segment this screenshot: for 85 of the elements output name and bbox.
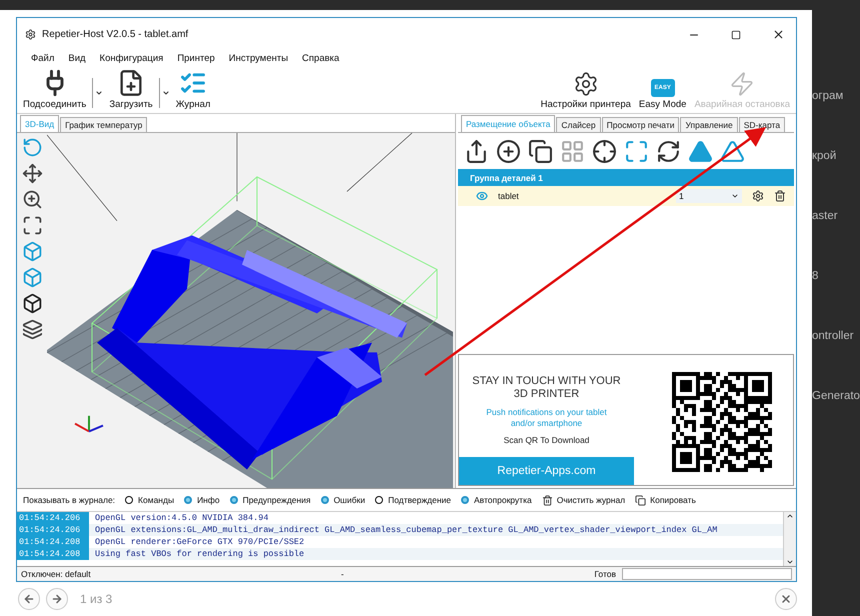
gear-icon [572,71,599,97]
log-message: Using fast VBOs for rendering is possible [94,548,304,560]
log-filter-option[interactable]: Команды [125,495,174,505]
fit-view-icon[interactable] [22,215,42,236]
log-filter-option[interactable]: Инфо [184,495,220,505]
background-text: 8 [812,270,820,284]
close-icon [780,593,792,605]
menu-item[interactable]: Справка [302,53,340,64]
object-row[interactable]: tablet 1 [458,186,794,206]
background-text: крой [812,150,838,164]
menu-item[interactable]: Файл [31,53,54,64]
menu-item[interactable]: Инструменты [228,53,288,64]
tab[interactable]: SD-карта [738,117,786,132]
close-icon [772,28,784,41]
next-button[interactable] [46,588,68,610]
trash-icon [542,494,553,506]
tab[interactable]: Управление [680,117,738,132]
log-action-button[interactable]: Копировать [635,494,696,506]
scan-hint: Scan QR To Download [504,435,590,445]
menu-item[interactable]: Принтер [177,53,215,64]
caret-icon [95,89,104,97]
center-icon[interactable] [592,138,617,164]
tab[interactable]: Просмотр печати [602,117,680,132]
cube-icon[interactable] [22,293,42,314]
export-icon[interactable] [464,138,489,164]
log-filter-option[interactable]: Ошибки [320,495,366,505]
scale-icon[interactable] [624,138,649,164]
copy-icon[interactable] [528,138,553,164]
toolbar-button[interactable]: Подсоединить [21,69,88,110]
background-text: aster [812,210,839,224]
caret-icon [731,192,739,200]
ready-status: Готов [594,569,616,579]
log-time: 01:54:24.208 [17,536,89,548]
tab[interactable]: График температур [60,117,148,132]
arrow-right-icon [51,593,63,605]
arrow-left-icon [23,593,35,605]
toolbar-button[interactable]: Загрузить [107,69,155,110]
promo-heading: STAY IN TOUCH WITH YOUR 3D PRINTER [472,375,622,401]
trash-icon [774,190,786,202]
log-message: OpenGL version:4.5.0 NVIDIA 384.94 [94,512,268,524]
filter-label: Показывать в журнале: [23,495,116,505]
log-time: 01:54:24.206 [17,524,89,536]
triangle-icon[interactable] [688,138,713,164]
background-text: ontroller [812,330,855,344]
scroll-up-icon[interactable] [786,512,794,520]
overlap-icon[interactable] [22,319,42,340]
window-title: Repetier-Host V2.0.5 - tablet.amf [42,29,190,40]
tab[interactable]: Слайсер [556,117,601,132]
toolbar-button[interactable]: Настройки принтера [538,71,633,110]
rotate-icon[interactable] [656,138,681,164]
move-icon[interactable] [22,163,42,184]
extruder-select[interactable]: 1 [676,189,742,203]
background-text: ограм [812,90,844,104]
lightning-icon [729,71,756,97]
log-action-button[interactable]: Очистить журнал [542,494,626,506]
log-message: OpenGL extensions:GL_AMD_multi_draw_indirect GL_AMD_seamless_cubemap_per_texture GL_AMD_vertex_shader_viewport_index GL_AM [94,524,718,536]
dropdown-button[interactable] [92,78,104,108]
maximize-icon [731,30,741,40]
log-time: 01:54:24.206 [17,512,89,524]
add-icon[interactable] [496,138,521,164]
menu-item[interactable]: Конфигурация [100,53,164,64]
promo-subtext: Push notifications on your tablet and/or smartphone [485,407,608,429]
image-counter: 1 из 3 [80,592,114,606]
background-text: Generato [812,390,860,404]
zoom-in-icon[interactable] [22,189,42,210]
log-filter-option[interactable]: Предупреждения [230,495,311,505]
log-filter-option[interactable]: Автопрокрутка [461,495,532,505]
log-time: 01:54:24.208 [17,548,89,560]
status-text: - [341,569,344,579]
close-button[interactable] [775,588,797,610]
log-filter-option[interactable]: Подтверждение [375,495,451,505]
connection-status: Отключен: default [21,569,91,579]
previous-button[interactable] [18,588,40,610]
app-icon [25,29,36,40]
log-message: OpenGL renderer:GeForce GTX 970/PCIe/SSE2 [94,536,304,548]
caret-icon [162,89,170,97]
dropdown-button[interactable] [158,78,170,108]
group-header: Группа деталей 1 [458,169,794,186]
menu-item[interactable]: Вид [68,53,86,64]
copy-icon [635,494,646,506]
scrollbar[interactable] [783,512,796,566]
gear-icon [752,190,764,202]
scroll-down-icon[interactable] [786,558,794,566]
object-name: tablet [498,191,520,201]
toolbar-button[interactable]: Журнал [174,69,212,110]
